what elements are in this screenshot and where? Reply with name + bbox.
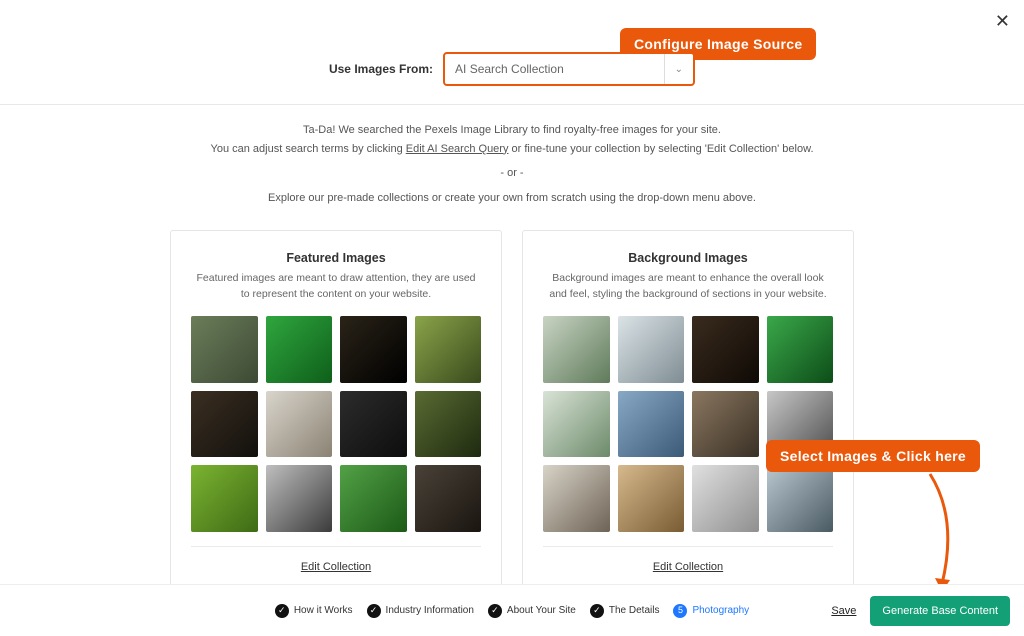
check-icon: ✓ <box>275 604 289 618</box>
featured-thumbs <box>191 316 481 532</box>
dropdown-selected: AI Search Collection <box>455 62 564 76</box>
thumb-dark-woods[interactable] <box>340 316 407 383</box>
background-thumbs <box>543 316 833 532</box>
step-number-icon: 5 <box>673 604 687 618</box>
step-label: Photography <box>692 605 749 616</box>
chevron-down-icon: ⌄ <box>664 54 683 84</box>
check-icon: ✓ <box>488 604 502 618</box>
footer-actions: Save Generate Base Content <box>831 596 1010 626</box>
step-label: How it Works <box>294 605 353 616</box>
thumb-fox-night[interactable] <box>191 391 258 458</box>
intro-text: Ta-Da! We searched the Pexels Image Libr… <box>0 105 1024 216</box>
intro-line-3: Explore our pre-made collections or crea… <box>0 189 1024 208</box>
intro-line-2-post: or fine-tune your collection by selectin… <box>508 143 813 155</box>
save-link[interactable]: Save <box>831 605 856 617</box>
thumb-moss-log[interactable] <box>415 316 482 383</box>
callout-select-click: Select Images & Click here <box>766 440 980 472</box>
thumb-fern-green[interactable] <box>767 316 834 383</box>
thumb-leaf-macro[interactable] <box>266 316 333 383</box>
featured-desc: Featured images are meant to draw attent… <box>191 271 481 303</box>
step-how-it-works[interactable]: ✓ How it Works <box>275 604 353 618</box>
step-label: Industry Information <box>386 605 474 616</box>
background-edit-link[interactable]: Edit Collection <box>653 561 723 573</box>
background-card: Background Images Background images are … <box>522 230 854 592</box>
thumb-back-shoot[interactable] <box>543 465 610 532</box>
image-source-dropdown[interactable]: AI Search Collection ⌄ <box>443 52 695 86</box>
thumb-photog-outdoor[interactable] <box>543 316 610 383</box>
background-desc: Background images are meant to enhance t… <box>543 271 833 303</box>
divider <box>543 546 833 547</box>
step-industry-information[interactable]: ✓ Industry Information <box>367 604 474 618</box>
thumb-gimbal-hand[interactable] <box>692 465 759 532</box>
divider <box>191 546 481 547</box>
step-about-your-site[interactable]: ✓ About Your Site <box>488 604 576 618</box>
thumb-man-shoot[interactable] <box>692 391 759 458</box>
thumb-photog-look[interactable] <box>618 316 685 383</box>
check-icon: ✓ <box>590 604 604 618</box>
intro-line-1: Ta-Da! We searched the Pexels Image Libr… <box>0 121 1024 140</box>
thumb-dslr-hold[interactable] <box>415 465 482 532</box>
thumb-laptop-desk[interactable] <box>340 391 407 458</box>
step-label: About Your Site <box>507 605 576 616</box>
background-title: Background Images <box>543 251 833 265</box>
wizard-steps: ✓ How it Works ✓ Industry Information ✓ About… <box>275 604 749 618</box>
footer-bar: ✓ How it Works ✓ Industry Information ✓ About… <box>0 584 1024 636</box>
thumb-crow-stump[interactable] <box>767 465 834 532</box>
image-source-row: Use Images From: AI Search Collection ⌄ <box>0 0 1024 105</box>
thumb-camera-flat[interactable] <box>618 465 685 532</box>
generate-button[interactable]: Generate Base Content <box>870 596 1010 626</box>
featured-edit-link[interactable]: Edit Collection <box>301 561 371 573</box>
step-photography[interactable]: 5 Photography <box>673 604 749 618</box>
thumb-green-plant[interactable] <box>340 465 407 532</box>
thumb-camera-grass[interactable] <box>415 391 482 458</box>
intro-line-2: You can adjust search terms by clicking … <box>0 140 1024 159</box>
thumb-bird-branch[interactable] <box>191 316 258 383</box>
step-the-details[interactable]: ✓ The Details <box>590 604 660 618</box>
edit-ai-search-link[interactable]: Edit AI Search Query <box>406 143 509 155</box>
step-label: The Details <box>609 605 660 616</box>
featured-card: Featured Images Featured images are mean… <box>170 230 502 592</box>
intro-or: - or - <box>0 164 1024 183</box>
thumb-hand-camera[interactable] <box>266 391 333 458</box>
check-icon: ✓ <box>367 604 381 618</box>
featured-title: Featured Images <box>191 251 481 265</box>
use-images-label: Use Images From: <box>329 62 433 76</box>
image-cards: Featured Images Featured images are mean… <box>0 216 1024 592</box>
thumb-caterpillar[interactable] <box>191 465 258 532</box>
thumb-cattle-dark[interactable] <box>692 316 759 383</box>
intro-line-2-pre: You can adjust search terms by clicking <box>211 143 406 155</box>
thumb-stork-water[interactable] <box>543 391 610 458</box>
thumb-boy-camera[interactable] <box>618 391 685 458</box>
thumb-camera-bw[interactable] <box>266 465 333 532</box>
